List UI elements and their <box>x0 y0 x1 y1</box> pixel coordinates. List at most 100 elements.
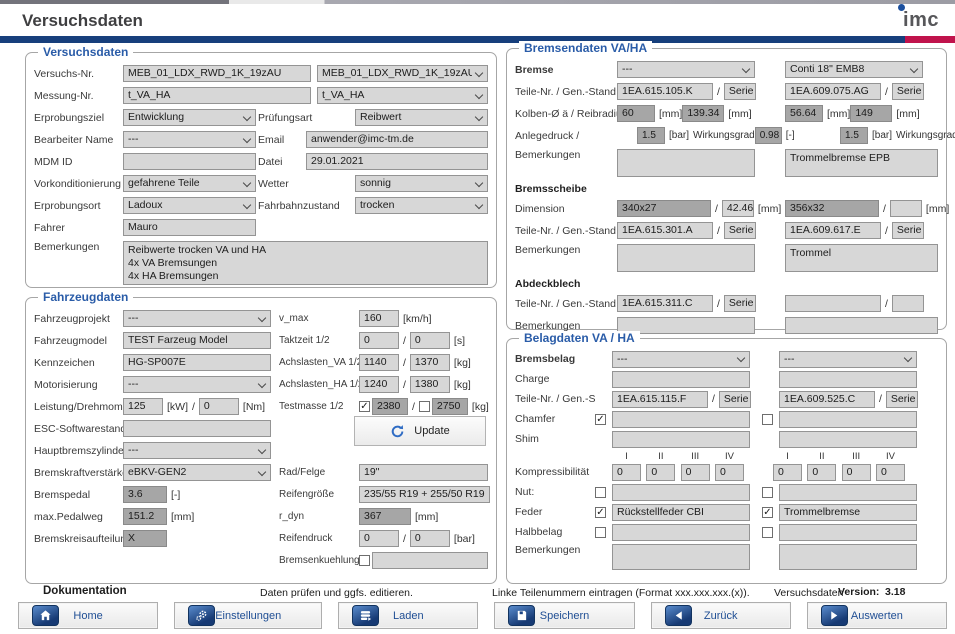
drehmoment-input[interactable]: 0 <box>199 398 239 415</box>
fahrbahnzustand-dropdown[interactable]: trocken <box>355 197 488 214</box>
datei-input[interactable]: 29.01.2021 <box>306 153 488 170</box>
r-dyn-input[interactable]: 367 <box>359 508 411 525</box>
belag-bemerkungen-ha-input[interactable] <box>779 544 917 570</box>
gen-stand-ha-input[interactable]: Serie <box>892 83 924 100</box>
feder-ha-checkbox[interactable]: ✓ <box>762 507 773 518</box>
feder-va-input[interactable]: Rückstellfeder CBI <box>612 504 750 521</box>
kompressibilitaet-ha4-input[interactable]: 0 <box>876 464 905 481</box>
achslasten-va1-input[interactable]: 1140 <box>359 354 399 371</box>
scheibe-dimension-va-input[interactable]: 340x27 <box>617 200 711 217</box>
bremse-ha-dropdown[interactable]: Conti 18" EMB8 <box>785 61 923 78</box>
nut-va-input[interactable] <box>612 484 750 501</box>
bremskraftverstaerker-dropdown[interactable]: eBKV-GEN2 <box>123 464 271 481</box>
chamfer-ha-input[interactable] <box>779 411 917 428</box>
achslasten-ha1-input[interactable]: 1240 <box>359 376 399 393</box>
kolben-ha-input[interactable]: 56.64 <box>785 105 823 122</box>
kompressibilitaet-ha2-input[interactable]: 0 <box>807 464 836 481</box>
bremsenkuehlung-checkbox[interactable] <box>359 555 370 566</box>
nut-ha-input[interactable] <box>779 484 917 501</box>
halbbelag-ha-input[interactable] <box>779 524 917 541</box>
rad-felge-input[interactable]: 19" <box>359 464 488 481</box>
kennzeichen-input[interactable]: HG-SP007E <box>123 354 271 371</box>
scheibe-gen-stand-ha-input[interactable]: Serie <box>892 222 924 239</box>
nut-va-checkbox[interactable] <box>595 487 606 498</box>
abdeckblech-gen-stand-va-input[interactable]: Serie <box>724 295 756 312</box>
fahrzeugmodel-input[interactable]: TEST Farzeug Model <box>123 332 271 349</box>
chamfer-va-checkbox[interactable]: ✓ <box>595 414 606 425</box>
reibradius-ha-input[interactable]: 149 <box>850 105 892 122</box>
versuchs-nr-input[interactable]: MEB_01_LDX_RWD_1K_19zAU <box>123 65 311 82</box>
halbbelag-va-checkbox[interactable] <box>595 527 606 538</box>
load-button[interactable]: Laden <box>338 602 478 629</box>
shim-va-input[interactable] <box>612 431 750 448</box>
hauptbremszylinder-dropdown[interactable]: --- <box>123 442 271 459</box>
fahrzeugprojekt-dropdown[interactable]: --- <box>123 310 271 327</box>
erprobungsort-dropdown[interactable]: Ladoux <box>123 197 256 214</box>
shim-ha-input[interactable] <box>779 431 917 448</box>
belag-bemerkungen-va-input[interactable] <box>612 544 750 570</box>
bremse-bemerkungen-va-input[interactable] <box>617 149 755 177</box>
bremsenkuehlung-input[interactable] <box>372 552 488 569</box>
bemerkungen-input[interactable]: Reibwerte trocken VA und HA 4x VA Bremsu… <box>123 241 488 285</box>
bremse-va-dropdown[interactable]: --- <box>617 61 755 78</box>
scheibe-teile-nr-ha-input[interactable]: 1EA.609.617.E <box>785 222 881 239</box>
motorisierung-dropdown[interactable]: --- <box>123 376 271 393</box>
achslasten-va2-input[interactable]: 1370 <box>410 354 450 371</box>
halbbelag-va-input[interactable] <box>612 524 750 541</box>
kolben-va-input[interactable]: 60 <box>617 105 655 122</box>
anlegedruck-ha-input[interactable]: 1.5 <box>840 127 868 144</box>
belag-teile-nr-ha-input[interactable]: 1EA.609.525.C <box>779 391 875 408</box>
anlegedruck-va-input[interactable]: 1.5 <box>637 127 665 144</box>
esc-softwarestand-input[interactable] <box>123 420 271 437</box>
belag-gen-stand-va-input[interactable]: Serie <box>719 391 751 408</box>
leistung-input[interactable]: 125 <box>123 398 163 415</box>
halbbelag-ha-checkbox[interactable] <box>762 527 773 538</box>
charge-ha-input[interactable] <box>779 371 917 388</box>
update-button[interactable]: Update <box>354 416 486 446</box>
kompressibilitaet-ha1-input[interactable]: 0 <box>773 464 802 481</box>
kompressibilitaet-va1-input[interactable]: 0 <box>612 464 641 481</box>
vmax-input[interactable]: 160 <box>359 310 399 327</box>
erprobungsziel-dropdown[interactable]: Entwicklung <box>123 109 256 126</box>
testmasse1-checkbox[interactable]: ✓ <box>359 401 370 412</box>
pruefungsart-dropdown[interactable]: Reibwert <box>355 109 488 126</box>
versuchs-nr-dropdown[interactable]: MEB_01_LDX_RWD_1K_19zAU <box>317 65 488 82</box>
taktzeit1-input[interactable]: 0 <box>359 332 399 349</box>
messung-nr-dropdown[interactable]: t_VA_HA <box>317 87 488 104</box>
belag-gen-stand-ha-input[interactable]: Serie <box>886 391 918 408</box>
abdeckblech-bemerkungen-ha-input[interactable] <box>785 317 938 334</box>
kompressibilitaet-va4-input[interactable]: 0 <box>715 464 744 481</box>
scheibe-bemerkungen-va-input[interactable] <box>617 244 755 272</box>
wirkungsgrad-va-input[interactable]: 0.98 <box>755 127 782 144</box>
kompressibilitaet-va3-input[interactable]: 0 <box>681 464 710 481</box>
belag-teile-nr-va-input[interactable]: 1EA.615.115.F <box>612 391 708 408</box>
abdeckblech-teile-nr-ha-input[interactable] <box>785 295 881 312</box>
nut-ha-checkbox[interactable] <box>762 487 773 498</box>
achslasten-ha2-input[interactable]: 1380 <box>410 376 450 393</box>
bremspedal-input[interactable]: 3.6 <box>123 486 167 503</box>
feder-ha-input[interactable]: Trommelbremse <box>779 504 917 521</box>
scheibe-teile-nr-va-input[interactable]: 1EA.615.301.A <box>617 222 713 239</box>
reifendruck1-input[interactable]: 0 <box>359 530 399 547</box>
bremsbelag-va-dropdown[interactable]: --- <box>612 351 750 368</box>
messung-nr-input[interactable]: t_VA_HA <box>123 87 311 104</box>
email-input[interactable]: anwender@imc-tm.de <box>306 131 488 148</box>
save-button[interactable]: Speichern <box>494 602 634 629</box>
fahrer-input[interactable]: Mauro <box>123 219 256 236</box>
bremskreisaufteilung-input[interactable]: X <box>123 530 167 547</box>
vorkonditionierung-dropdown[interactable]: gefahrene Teile <box>123 175 256 192</box>
evaluate-button[interactable]: Auswerten <box>807 602 947 629</box>
gen-stand-va-input[interactable]: Serie <box>724 83 756 100</box>
teile-nr-ha-input[interactable]: 1EA.609.075.AG <box>785 83 881 100</box>
scheibe-dicke-va-input[interactable]: 42.46 <box>722 200 754 217</box>
wetter-dropdown[interactable]: sonnig <box>355 175 488 192</box>
testmasse1-input[interactable]: 2380 <box>372 398 408 415</box>
scheibe-gen-stand-va-input[interactable]: Serie <box>724 222 756 239</box>
abdeckblech-gen-stand-ha-input[interactable] <box>892 295 924 312</box>
kompressibilitaet-ha3-input[interactable]: 0 <box>842 464 871 481</box>
testmasse2-checkbox[interactable] <box>419 401 430 412</box>
scheibe-dicke-ha-input[interactable] <box>890 200 922 217</box>
abdeckblech-teile-nr-va-input[interactable]: 1EA.615.311.C <box>617 295 713 312</box>
teile-nr-va-input[interactable]: 1EA.615.105.K <box>617 83 713 100</box>
reibradius-va-input[interactable]: 139.34 <box>682 105 724 122</box>
